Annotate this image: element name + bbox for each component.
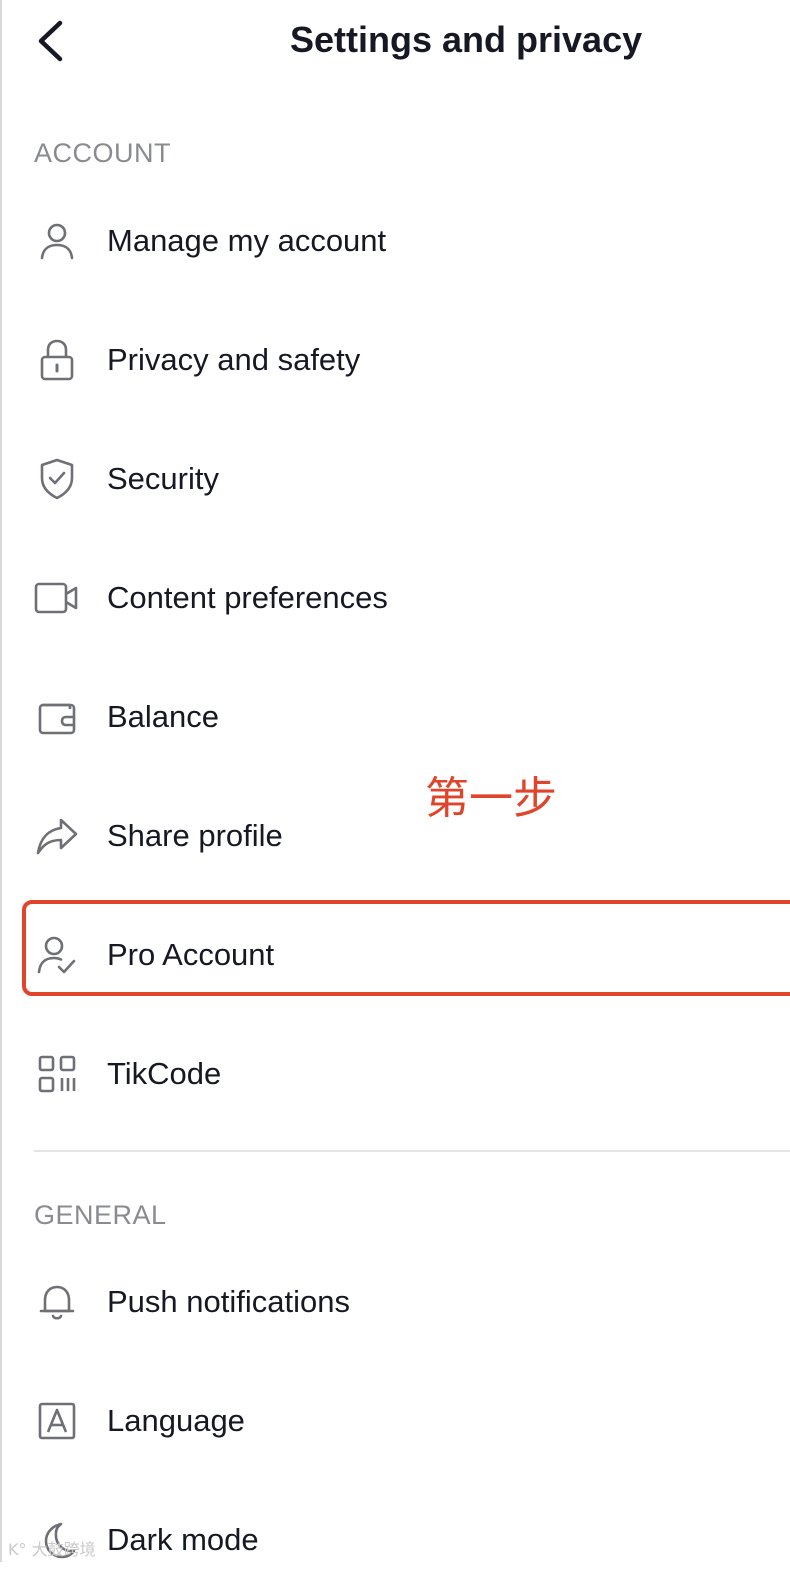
- wallet-icon: [34, 694, 80, 740]
- watermark: K° 大鼓跨境: [8, 1540, 96, 1559]
- settings-item-label: Balance: [107, 699, 220, 734]
- settings-item-label: Manage my account: [107, 223, 387, 258]
- qr-code-icon: [34, 1051, 80, 1097]
- section-header-general: GENERAL: [34, 1200, 167, 1230]
- left-edge-border: [0, 0, 2, 1562]
- shield-check-icon: [34, 456, 80, 502]
- settings-item-manage-account[interactable]: Manage my account: [20, 191, 790, 291]
- settings-item-tikcode[interactable]: TikCode: [20, 1024, 790, 1124]
- chevron-left-icon: [36, 20, 64, 62]
- step-annotation: 第一步: [425, 773, 557, 824]
- settings-item-label: TikCode: [107, 1056, 222, 1091]
- settings-item-content-preferences[interactable]: Content preferences: [20, 548, 790, 648]
- bell-icon: [34, 1279, 80, 1325]
- page-title: Settings and privacy: [290, 19, 643, 60]
- lock-icon: [34, 337, 80, 383]
- settings-item-label: Privacy and safety: [107, 342, 361, 377]
- language-a-icon: [34, 1398, 80, 1444]
- person-icon: [34, 218, 80, 264]
- section-header-account: ACCOUNT: [34, 138, 171, 168]
- settings-item-balance[interactable]: Balance: [20, 667, 790, 767]
- settings-item-privacy-safety[interactable]: Privacy and safety: [20, 310, 790, 410]
- settings-item-dark-mode[interactable]: Dark mode: [20, 1490, 790, 1590]
- settings-item-pro-account[interactable]: Pro Account: [20, 905, 790, 1005]
- settings-item-label: Security: [107, 461, 219, 496]
- settings-item-label: Share profile: [107, 818, 283, 853]
- section-divider: [34, 1150, 790, 1152]
- settings-item-share-profile[interactable]: Share profile: [20, 786, 790, 886]
- person-check-icon: [34, 932, 80, 978]
- settings-item-label: Push notifications: [107, 1284, 350, 1319]
- video-camera-icon: [34, 575, 80, 621]
- back-button[interactable]: [28, 18, 72, 64]
- header-bar: Settings and privacy: [0, 0, 790, 84]
- settings-item-label: Language: [107, 1403, 245, 1438]
- share-arrow-icon: [34, 813, 80, 859]
- settings-screen: Settings and privacy ACCOUNT Manage my a…: [0, 0, 790, 1562]
- settings-item-label: Dark mode: [107, 1522, 259, 1557]
- settings-item-security[interactable]: Security: [20, 429, 790, 529]
- settings-item-label: Pro Account: [107, 937, 275, 972]
- settings-item-language[interactable]: Language: [20, 1371, 790, 1471]
- settings-item-label: Content preferences: [107, 580, 388, 615]
- settings-item-push-notifications[interactable]: Push notifications: [20, 1252, 790, 1352]
